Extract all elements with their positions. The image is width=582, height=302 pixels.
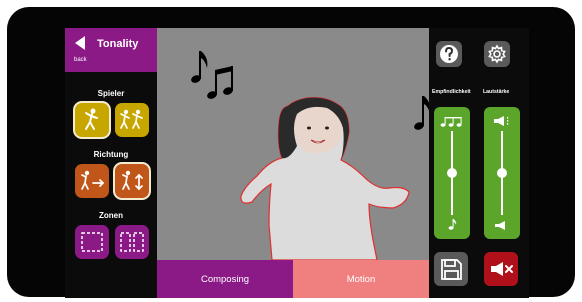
speaker-quiet-icon xyxy=(495,221,505,230)
two-dancers-icon xyxy=(120,109,143,129)
many-notes-icon xyxy=(440,117,462,127)
single-zone-icon xyxy=(81,232,103,252)
question-icon xyxy=(440,45,458,63)
horizontal-arrow-icon xyxy=(81,170,105,190)
volume-label: Lautstärke xyxy=(483,89,510,95)
sensitivity-label: Empfindlichkeit xyxy=(432,89,471,95)
page-title: Tonality xyxy=(97,38,139,50)
section-label-player: Spieler xyxy=(97,89,125,98)
sensitivity-knob[interactable] xyxy=(447,168,457,178)
split-zone-button[interactable] xyxy=(115,225,149,259)
music-notes-icon xyxy=(191,51,233,99)
volume-slider[interactable] xyxy=(484,107,520,239)
back-label: back xyxy=(74,57,87,63)
mute-button[interactable] xyxy=(484,252,518,286)
volume-knob[interactable] xyxy=(497,168,507,178)
section-label-direction: Richtung xyxy=(93,150,129,159)
section-label-zones: Zonen xyxy=(99,211,123,220)
speaker-loud-icon xyxy=(494,116,509,126)
gear-icon xyxy=(488,44,506,64)
settings-button[interactable] xyxy=(484,41,510,67)
back-arrow-icon xyxy=(75,36,85,50)
direction-horizontal-button[interactable] xyxy=(75,164,109,198)
mode-tabs: Composing Motion xyxy=(157,260,429,298)
music-notes-icon xyxy=(414,96,429,130)
tab-composing[interactable]: Composing xyxy=(157,260,293,298)
single-note-icon xyxy=(448,219,457,230)
tab-motion[interactable]: Motion xyxy=(293,260,429,298)
direction-vertical-button[interactable] xyxy=(115,164,149,198)
help-button[interactable] xyxy=(436,41,462,67)
back-button[interactable]: back Tonality xyxy=(65,28,157,72)
split-zone-icon xyxy=(120,232,144,252)
multi-player-button[interactable] xyxy=(115,103,149,137)
tablet-frame: back Tonality Spieler Richtung Zonen Com… xyxy=(7,7,575,298)
dancer-figure xyxy=(240,97,410,260)
save-button[interactable] xyxy=(434,252,468,286)
stage-canvas xyxy=(191,51,429,260)
sensitivity-slider[interactable] xyxy=(434,107,470,239)
camera-stage[interactable] xyxy=(157,28,429,260)
vertical-arrow-icon xyxy=(122,170,143,191)
app-screen: back Tonality Spieler Richtung Zonen Com… xyxy=(65,28,529,298)
single-dancer-icon xyxy=(85,108,98,130)
single-zone-button[interactable] xyxy=(75,225,109,259)
mute-speaker-icon xyxy=(491,262,513,276)
single-player-button[interactable] xyxy=(75,103,109,137)
floppy-disk-icon xyxy=(441,259,462,280)
